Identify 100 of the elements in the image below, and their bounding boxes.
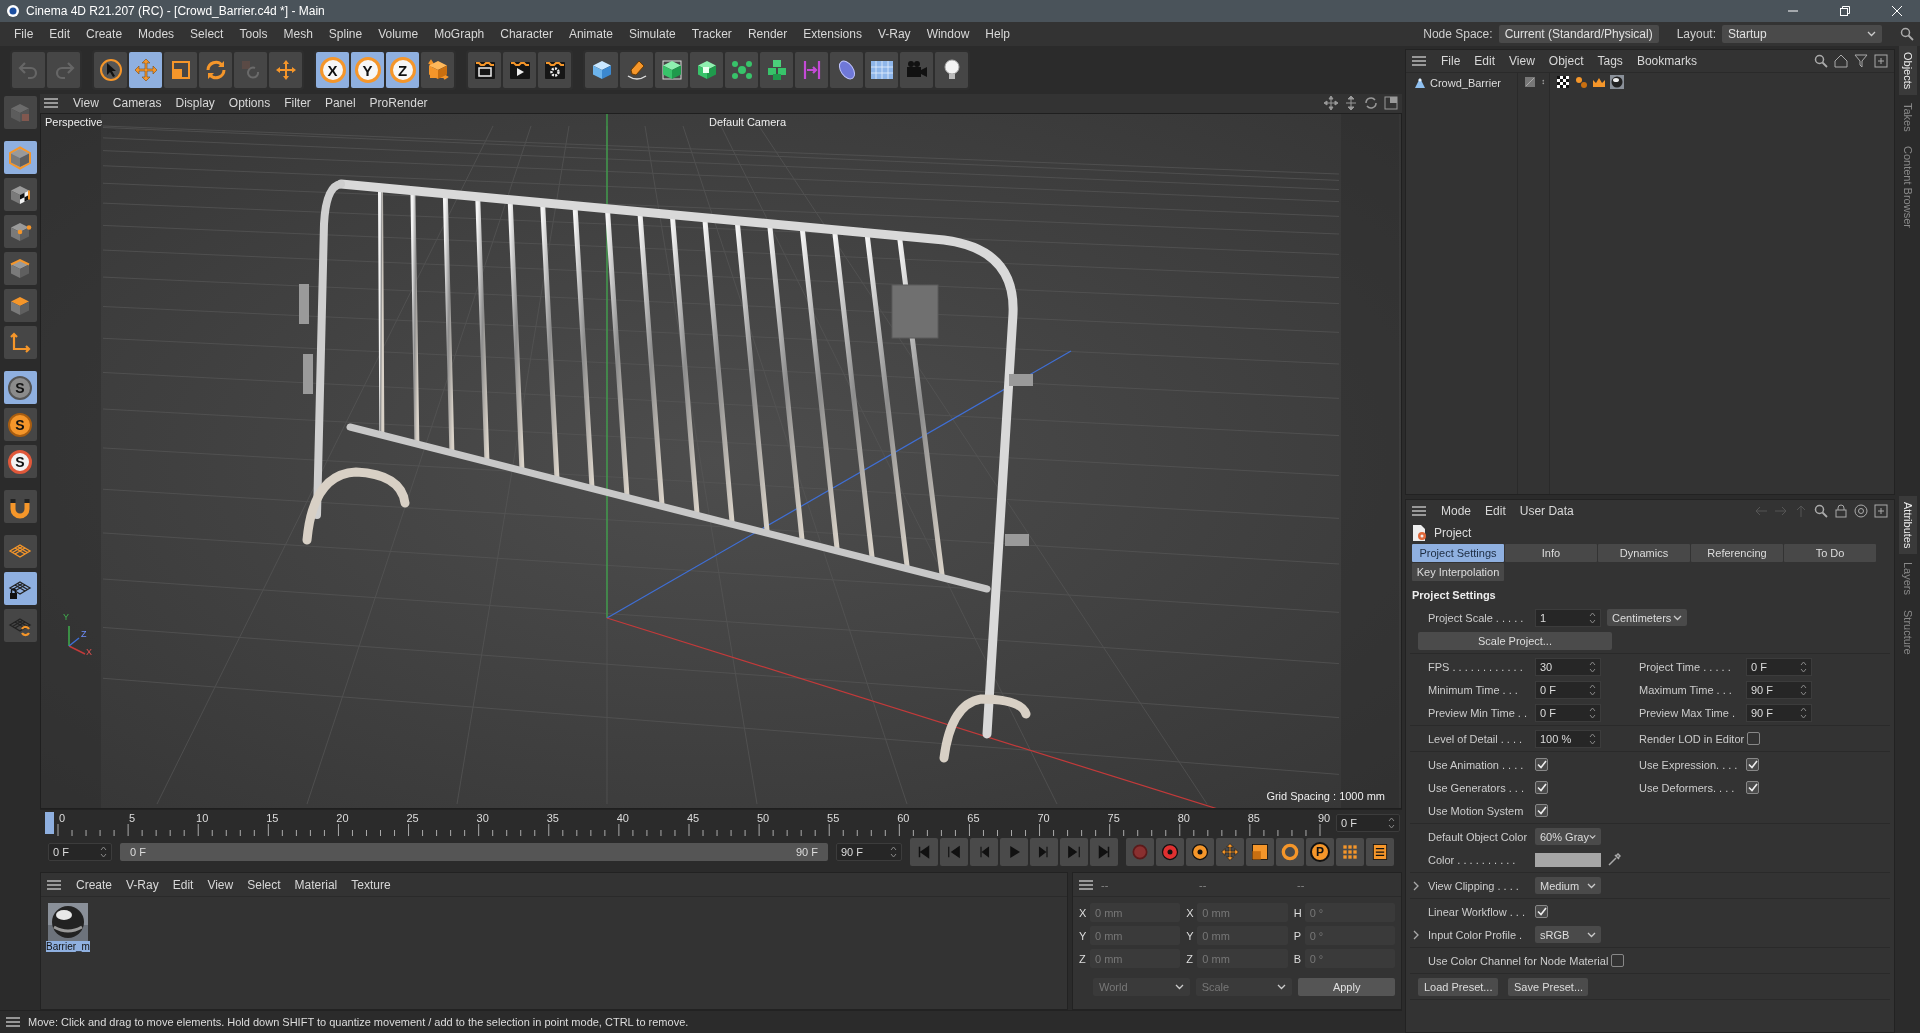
preview-range-slider[interactable]: 0 F 90 F xyxy=(120,843,828,862)
action-button[interactable]: Load Preset... xyxy=(1418,977,1498,996)
checkbox[interactable] xyxy=(1611,954,1625,967)
action-button[interactable]: Scale Project... xyxy=(1418,631,1612,650)
tool-button[interactable] xyxy=(690,52,723,88)
object-menu-item[interactable]: Object xyxy=(1541,54,1591,68)
axis-lock-button[interactable]: Z xyxy=(386,52,419,88)
side-tab[interactable]: Objects xyxy=(1898,46,1917,96)
side-tab[interactable]: Content Browser xyxy=(1898,140,1917,234)
menu-icon[interactable] xyxy=(44,97,58,110)
menu-item[interactable]: Window xyxy=(918,27,978,41)
close-icon[interactable] xyxy=(1892,6,1902,16)
tool-button[interactable] xyxy=(935,52,968,88)
lock-icon[interactable] xyxy=(1834,504,1848,518)
viewport-menu-item[interactable]: Options xyxy=(221,96,278,111)
dropdown[interactable]: Medium xyxy=(1535,877,1601,894)
orbit-icon[interactable] xyxy=(1364,96,1378,111)
filter-icon[interactable] xyxy=(1854,54,1868,68)
dropdown[interactable]: 60% Gray xyxy=(1535,828,1601,845)
menu-item[interactable]: Extensions xyxy=(795,27,870,41)
viewport-menu-item[interactable]: Panel xyxy=(317,96,363,111)
snap-button[interactable]: S xyxy=(3,445,37,478)
axis-lock-button[interactable]: Y xyxy=(351,52,384,88)
scene-tree-row[interactable]: Crowd_Barrier xyxy=(1412,75,1503,91)
mode-button[interactable] xyxy=(3,178,37,211)
menu-item[interactable]: Mesh xyxy=(275,27,321,41)
dropdown[interactable]: sRGB xyxy=(1535,926,1601,943)
tool-button[interactable] xyxy=(468,52,501,88)
object-menu-item[interactable]: File xyxy=(1434,54,1468,68)
object-menu-item[interactable]: View xyxy=(1502,54,1542,68)
tool-button[interactable] xyxy=(620,52,653,88)
tool-button[interactable] xyxy=(865,52,898,88)
menu-icon[interactable] xyxy=(47,878,61,891)
new-panel-icon[interactable] xyxy=(1874,504,1888,518)
tool-button[interactable] xyxy=(503,52,536,88)
mode-button[interactable] xyxy=(3,252,37,285)
menu-item[interactable]: V-Ray xyxy=(869,27,919,41)
menu-item[interactable]: Create xyxy=(78,27,131,41)
menu-icon[interactable] xyxy=(6,1016,20,1028)
tool-button[interactable] xyxy=(830,52,863,88)
color-swatch[interactable] xyxy=(1535,852,1601,867)
keyframe-button[interactable] xyxy=(1216,838,1244,867)
search-icon[interactable] xyxy=(1814,54,1828,68)
menu-icon[interactable] xyxy=(1412,55,1426,67)
settings-tab[interactable]: Dynamics xyxy=(1598,544,1690,562)
side-tab[interactable]: Layers xyxy=(1898,556,1917,602)
number-field[interactable]: 1 xyxy=(1535,608,1601,627)
start-frame-field[interactable]: 0 F xyxy=(48,843,112,862)
menu-item[interactable]: Tracker xyxy=(683,27,740,41)
attributes-menu-item[interactable]: User Data xyxy=(1512,504,1581,518)
current-frame-marker[interactable] xyxy=(45,811,54,834)
menu-item[interactable]: Help xyxy=(977,27,1018,41)
eyedropper-icon[interactable] xyxy=(1607,852,1621,867)
keyframe-button[interactable] xyxy=(1186,838,1214,867)
viewport[interactable]: Perspective Default Camera Grid Spacing : 1000 mm Y Z X xyxy=(40,112,1402,809)
material-menu-item[interactable]: Texture xyxy=(344,877,398,892)
number-field[interactable]: 0 F xyxy=(1535,680,1601,699)
material-tag-icon[interactable] xyxy=(1610,75,1624,89)
material-menu-item[interactable]: Edit xyxy=(165,877,201,892)
number-field[interactable]: 100 % xyxy=(1535,729,1601,748)
object-menu-item[interactable]: Tags xyxy=(1590,54,1630,68)
checkbox[interactable] xyxy=(1746,781,1759,794)
menu-item[interactable]: Animate xyxy=(560,27,621,41)
node-space-dropdown[interactable]: Current (Standard/Physical) xyxy=(1498,25,1659,43)
chevron-right-icon[interactable] xyxy=(1412,929,1420,940)
number-field[interactable]: 0 F xyxy=(1535,703,1601,722)
menu-item[interactable]: MoGraph xyxy=(426,27,493,41)
checkbox[interactable] xyxy=(1746,758,1759,771)
pan-icon[interactable] xyxy=(1324,96,1338,111)
checker-tag-icon[interactable] xyxy=(1556,75,1570,89)
tool-button[interactable] xyxy=(538,52,571,88)
checkbox[interactable] xyxy=(1535,804,1548,817)
number-field[interactable]: 90 F xyxy=(1746,680,1812,699)
keyframe-button[interactable] xyxy=(1336,838,1364,867)
menu-item[interactable]: File xyxy=(6,27,42,41)
keyframe-button[interactable] xyxy=(1156,838,1184,867)
checkbox[interactable] xyxy=(1535,781,1548,794)
material-menu-item[interactable]: Create xyxy=(69,877,120,892)
layout-dropdown[interactable]: Startup xyxy=(1722,25,1882,43)
menu-item[interactable]: Character xyxy=(492,27,561,41)
mode-button[interactable] xyxy=(3,289,37,322)
menu-item[interactable]: Render xyxy=(739,27,796,41)
menu-item[interactable]: Modes xyxy=(130,27,183,41)
side-tab[interactable]: Structure xyxy=(1898,603,1917,661)
mode-button[interactable] xyxy=(3,215,37,248)
material-menu-item[interactable]: View xyxy=(200,877,241,892)
viewport-menu-item[interactable]: Display xyxy=(168,96,222,111)
tool-button[interactable] xyxy=(164,52,197,88)
mode-button[interactable] xyxy=(3,572,37,605)
maximize-icon[interactable] xyxy=(1384,96,1398,111)
checkbox[interactable] xyxy=(1747,732,1761,745)
checkbox[interactable] xyxy=(1535,905,1548,918)
menu-item[interactable]: Simulate xyxy=(620,27,684,41)
target-icon[interactable] xyxy=(1854,504,1868,518)
asset-tile[interactable]: Barrier_m xyxy=(47,903,89,953)
chevron-right-icon[interactable] xyxy=(1412,880,1420,891)
snap-button[interactable]: S xyxy=(3,408,37,441)
tool-button[interactable] xyxy=(725,52,758,88)
keyframe-button[interactable]: P xyxy=(1306,838,1334,867)
object-menu-item[interactable]: Edit xyxy=(1467,54,1503,68)
